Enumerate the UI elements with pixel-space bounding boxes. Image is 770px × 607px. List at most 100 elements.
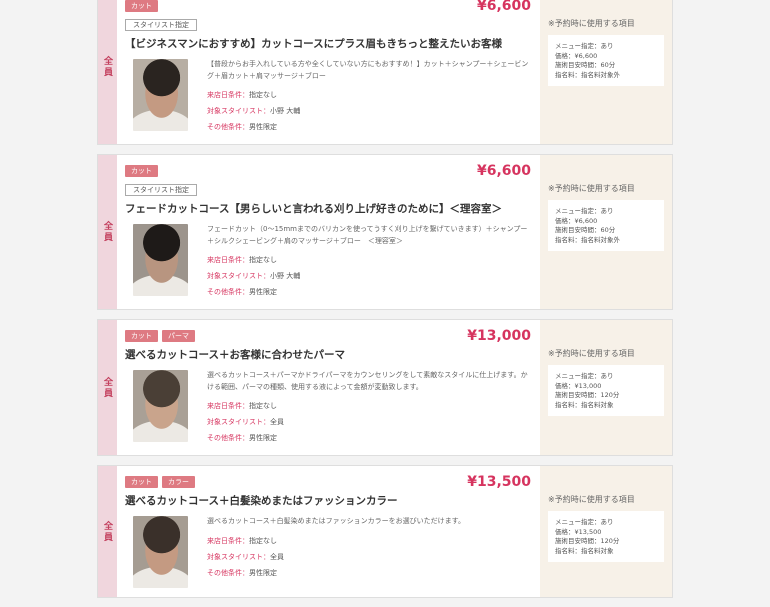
visit-condition-value: 指定なし (249, 256, 277, 264)
other-condition: その他条件：男性限定 (207, 119, 531, 135)
other-condition-label: その他条件： (207, 568, 249, 577)
coupon-body: 選べるカットコース＋白髪染めまたはファッションカラーをお選びいただけます。 来店日… (125, 516, 531, 588)
reservation-item: 指名料：指名料対象外 (555, 235, 620, 244)
coupon-card[interactable]: 全員 カット ¥6,600 スタイリスト指定 【ビジネスマンにおすすめ】カットコースにプ… (97, 0, 673, 145)
coupon-title[interactable]: 【ビジネスマンにおすすめ】カットコースにプラス眉もきちっと整えたいお客様 (125, 37, 531, 51)
coupon-main: カット パーマ ¥13,000 選べるカットコース＋お客様に合わせたパーマ 選べるカット… (117, 320, 539, 455)
other-condition-value: 男性限定 (249, 123, 277, 131)
coupon-description: 選べるカットコース＋パーマかドライパーマをカウンセリングをして素敵なスタイルに仕… (207, 371, 528, 391)
target-label: 全員 (102, 221, 112, 243)
target-side-bar: 全員 (98, 155, 117, 309)
other-condition: その他条件：男性限定 (207, 284, 531, 300)
target-label: 全員 (102, 520, 112, 543)
reservation-item: 施術目安時間：60分 (555, 61, 616, 70)
target-stylist-label: 対象スタイリスト： (207, 272, 270, 280)
reservation-items-title: ※予約時に使用する項目 (548, 495, 635, 504)
target-stylist-value: 全員 (270, 552, 284, 561)
coupon-main: カット カラー ¥13,500 選べるカットコース＋白髪染めまたはファッションカラー選… (117, 466, 539, 597)
coupon-description: フェードカット（0〜15mmまでのバリカンを使ってうすく刈り上げを繋げていきます… (207, 225, 528, 245)
target-stylist-label: 対象スタイリスト： (207, 418, 270, 426)
coupon-title[interactable]: 選べるカットコース＋白髪染めまたはファッションカラー (125, 494, 531, 508)
category-tag: カット (125, 476, 158, 488)
reservation-items-box: メニュー指定：あり 価格：¥6,600 施術目安時間：60分 指名料：指名料対象外 (548, 200, 664, 252)
reservation-items-title: ※予約時に使用する項目 (548, 19, 635, 28)
target-side-bar: 全員 (98, 0, 117, 144)
reservation-item: 施術目安時間：60分 (555, 226, 616, 235)
coupon-info: 【普段からお手入れしている方や全くしていない方にもおすすめ！】カット＋シャンプー… (207, 59, 531, 135)
stylist-designation-tag: スタイリスト指定 (125, 184, 197, 196)
coupon-title[interactable]: フェードカットコース【男らしいと言われる刈り上げ好きのために】＜理容室＞ (125, 202, 531, 216)
reservation-item: メニュー指定：あり (555, 372, 614, 380)
coupon-card[interactable]: 全員 カット カラー ¥13,500 選べるカットコース＋白髪染めまたはファッションカラ… (97, 465, 673, 598)
coupon-card[interactable]: 全員 カット パーマ ¥13,000 選べるカットコース＋お客様に合わせたパーマ 選べるカ… (97, 319, 673, 456)
other-condition: その他条件：男性限定 (207, 430, 531, 446)
stylist-tag-row: スタイリスト指定 (125, 12, 531, 31)
reservation-items-box: メニュー指定：あり 価格：¥13,500 施術目安時間：120分 指名料：指名料対象 (548, 511, 664, 563)
visit-condition-label: 来店日条件： (207, 536, 249, 545)
reservation-item: メニュー指定：あり (555, 42, 614, 50)
other-condition: その他条件：男性限定 (207, 565, 531, 581)
visit-condition-label: 来店日条件： (207, 91, 249, 99)
coupon-card[interactable]: 全員 カット ¥6,600 スタイリスト指定フェードカットコース【男らしいと言われる刈… (97, 154, 673, 310)
target-stylist: 対象スタイリスト：全員 (207, 549, 531, 565)
coupon-main: カット ¥6,600 スタイリスト指定フェードカットコース【男らしいと言われる刈り上… (117, 155, 539, 309)
category-tag: カット (125, 165, 158, 177)
reservation-items-box: メニュー指定：あり 価格：¥6,600 施術目安時間：60分 指名料：指名料対象外 (548, 35, 664, 87)
target-stylist-label: 対象スタイリスト： (207, 107, 270, 115)
coupon-body: 【普段からお手入れしている方や全くしていない方にもおすすめ！】カット＋シャンプー… (125, 59, 531, 135)
reservation-item: 指名料：指名料対象 (555, 546, 614, 555)
category-tag: カット (125, 330, 158, 342)
category-tags: カット (125, 165, 531, 177)
coupon-title[interactable]: 選べるカットコース＋お客様に合わせたパーマ (125, 348, 531, 362)
hairstyle-photo (133, 224, 188, 296)
reservation-item: 価格：¥13,500 (555, 527, 602, 536)
reservation-items-box: メニュー指定：あり 価格：¥13,000 施術目安時間：120分 指名料：指名料対象 (548, 365, 664, 417)
visit-condition: 来店日条件：指定なし (207, 87, 531, 103)
stylist-designation-tag: スタイリスト指定 (125, 19, 197, 31)
target-stylist: 対象スタイリスト：小野 大輔 (207, 103, 531, 119)
reservation-items-panel: ※予約時に使用する項目メニュー指定：あり 価格：¥13,500 施術目安時間：120… (540, 466, 672, 597)
coupon-body: フェードカット（0〜15mmまでのバリカンを使ってうすく刈り上げを繋げていきます… (125, 224, 531, 300)
reservation-items-panel: ※予約時に使用する項目 メニュー指定：あり 価格：¥13,000 施術目安時間：120… (540, 320, 672, 455)
visit-condition: 来店日条件：指定なし (207, 398, 531, 414)
reservation-item: 指名料：指名料対象 (555, 400, 614, 409)
coupon-list: 全員 カット ¥6,600 スタイリスト指定 【ビジネスマンにおすすめ】カットコースにプ… (97, 0, 673, 607)
other-condition-label: その他条件： (207, 288, 249, 296)
category-tags: カット (125, 0, 531, 12)
other-condition-label: その他条件： (207, 123, 249, 131)
reservation-items-panel: ※予約時に使用する項目メニュー指定：あり 価格：¥6,600 施術目安時間：60分指… (540, 0, 672, 144)
other-condition-value: 男性限定 (249, 288, 277, 296)
reservation-item: 指名料：指名料対象外 (555, 70, 620, 79)
target-stylist-value: 全員 (270, 418, 284, 426)
visit-condition-value: 指定なし (249, 91, 277, 99)
stylist-tag-row: スタイリスト指定 (125, 177, 531, 196)
target-stylist-value: 小野 大輔 (270, 272, 301, 280)
reservation-item: メニュー指定：あり (555, 518, 614, 526)
reservation-items-panel: ※予約時に使用する項目メニュー指定：あり 価格：¥6,600 施術目安時間：60分指… (540, 155, 672, 309)
visit-condition-value: 指定なし (249, 536, 277, 545)
coupon-main: カット ¥6,600 スタイリスト指定 【ビジネスマンにおすすめ】カットコースにプラス… (117, 0, 539, 144)
target-label: 全員 (102, 376, 112, 399)
hairstyle-photo (133, 516, 188, 588)
visit-condition-label: 来店日条件： (207, 256, 249, 264)
coupon-description: 【普段からお手入れしている方や全くしていない方にもおすすめ！】カット＋シャンプー… (207, 60, 529, 80)
coupon-info: 選べるカットコース＋白髪染めまたはファッションカラーをお選びいただけます。 来店日… (207, 516, 531, 588)
reservation-item: メニュー指定：あり (555, 207, 614, 215)
reservation-items-title: ※予約時に使用する項目 (548, 184, 635, 193)
visit-condition-label: 来店日条件： (207, 402, 249, 410)
target-stylist-value: 小野 大輔 (270, 107, 301, 115)
visit-condition: 来店日条件：指定なし (207, 252, 531, 268)
target-side-bar: 全員 (98, 466, 117, 597)
category-tag: カット (125, 0, 158, 12)
visit-condition: 来店日条件：指定なし (207, 533, 531, 549)
target-label: 全員 (102, 56, 112, 78)
category-tag: カラー (162, 476, 195, 488)
coupon-info: 選べるカットコース＋パーマかドライパーマをカウンセリングをして素敵なスタイルに仕… (207, 370, 531, 446)
coupon-price: ¥13,500 (467, 474, 531, 490)
coupon-price: ¥6,600 (476, 163, 531, 179)
target-stylist: 対象スタイリスト：小野 大輔 (207, 268, 531, 284)
hairstyle-photo (133, 370, 188, 442)
coupon-info: フェードカット（0〜15mmまでのバリカンを使ってうすく刈り上げを繋げていきます… (207, 224, 531, 300)
reservation-item: 価格：¥13,000 (555, 381, 602, 390)
target-stylist: 対象スタイリスト：全員 (207, 414, 531, 430)
